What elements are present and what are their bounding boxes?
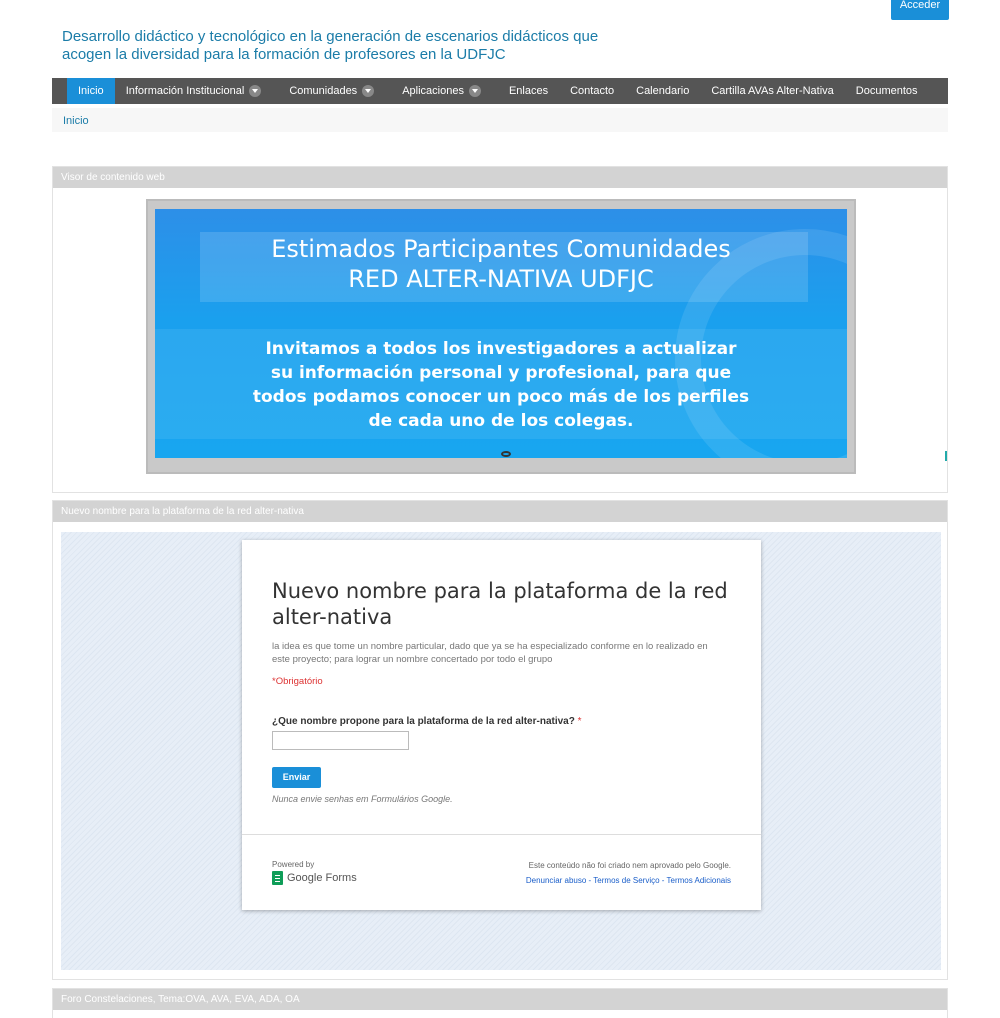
google-forms-label: Google Forms	[287, 872, 357, 884]
banner-body-line: de cada uno de los colegas.	[368, 411, 634, 431]
nav-item-inicio[interactable]: Inicio	[67, 78, 115, 104]
submit-button[interactable]: Enviar	[272, 767, 321, 788]
nav-item-enlaces[interactable]: Enlaces	[498, 78, 559, 104]
nav-item-comunidades[interactable]: Comunidades	[278, 78, 385, 104]
banner-frame: Estimados Participantes Comunidades RED …	[146, 199, 856, 474]
link-separator: -	[659, 876, 667, 885]
forum-portlet: Foro Constelaciones, Tema:OVA, AVA, EVA,…	[52, 988, 948, 1018]
required-mark: *	[577, 716, 582, 727]
portlet-title: Visor de contenido web	[53, 167, 947, 188]
google-forms-logo[interactable]: Google Forms	[272, 871, 357, 885]
chevron-down-icon	[249, 85, 262, 97]
chevron-down-icon	[362, 85, 375, 97]
legal-links: Denunciar abuso - Termos de Serviço - Te…	[526, 876, 731, 885]
banner-body-line: todos podamos conocer un poco más de los…	[252, 387, 750, 407]
password-warning: Nunca envie senhas em Formulários Google…	[272, 794, 453, 804]
web-content-portlet: Visor de contenido web Estimados Partici…	[52, 166, 948, 493]
nav-item-contacto[interactable]: Contacto	[559, 78, 625, 104]
report-abuse-link[interactable]: Denunciar abuso	[526, 876, 586, 885]
eye-icon	[501, 451, 511, 457]
nav-item-label: Enlaces	[508, 85, 549, 97]
powered-by-label: Powered by	[272, 860, 315, 869]
banner-title-line: RED ALTER-NATIVA UDFJC	[348, 265, 654, 293]
nav-item-label: Inicio	[78, 85, 104, 97]
question-label: ¿Que nombre propone para la plataforma d…	[272, 716, 582, 727]
scroll-marker	[945, 451, 947, 461]
additional-terms-link[interactable]: Termos Adicionais	[667, 876, 731, 885]
google-disclaimer: Este conteúdo não foi criado nem aprovad…	[528, 861, 731, 870]
google-forms-icon	[272, 871, 283, 885]
nav-item-aplicaciones[interactable]: Aplicaciones	[391, 78, 492, 104]
breadcrumb: Inicio	[52, 108, 948, 132]
banner-body: Invitamos a todos los investigadores a a…	[155, 337, 847, 433]
required-note: *Obrigatório	[272, 676, 323, 687]
google-form-card: Nuevo nombre para la plataforma de la re…	[242, 540, 761, 910]
nav-item-label: Cartilla AVAs Alter-Nativa	[711, 85, 834, 97]
nav-item-label: Contacto	[570, 85, 615, 97]
banner-title-line: Estimados Participantes Comunidades	[271, 235, 731, 263]
form-description: la idea es que tome un nombre particular…	[272, 641, 708, 665]
nav-item-label: Comunidades	[289, 85, 358, 97]
form-portlet: Nuevo nombre para la plataforma de la re…	[52, 500, 948, 980]
terms-of-service-link[interactable]: Termos de Serviço	[593, 876, 659, 885]
nav-item-calendario[interactable]: Calendario	[625, 78, 700, 104]
answer-input[interactable]	[272, 731, 409, 750]
main-nav: Inicio Información Institucional Comunid…	[52, 78, 948, 104]
question-text: ¿Que nombre propone para la plataforma d…	[272, 716, 575, 727]
form-title: Nuevo nombre para la plataforma de la re…	[272, 579, 728, 629]
nav-item-label: Información Institucional	[125, 85, 245, 97]
nav-item-informacion-institucional[interactable]: Información Institucional	[115, 78, 273, 104]
banner-title: Estimados Participantes Comunidades RED …	[155, 234, 847, 294]
site-title[interactable]: Desarrollo didáctico y tecnológico en la…	[62, 28, 622, 64]
embedded-form-area: Nuevo nombre para la plataforma de la re…	[61, 532, 941, 970]
chevron-down-icon	[468, 85, 481, 97]
nav-item-label: Aplicaciones	[402, 85, 464, 97]
nav-item-documentos[interactable]: Documentos	[845, 78, 929, 104]
banner-body-line: su información personal y profesional, p…	[270, 363, 732, 383]
nav-item-label: Calendario	[636, 85, 690, 97]
announcement-banner: Estimados Participantes Comunidades RED …	[155, 209, 847, 458]
portlet-title: Nuevo nombre para la plataforma de la re…	[53, 501, 947, 522]
login-button[interactable]: Acceder	[891, 0, 949, 20]
nav-item-cartilla[interactable]: Cartilla AVAs Alter-Nativa	[700, 78, 844, 104]
nav-item-label: Documentos	[855, 85, 918, 97]
breadcrumb-link-inicio[interactable]: Inicio	[63, 115, 89, 127]
divider	[242, 834, 761, 835]
banner-body-line: Invitamos a todos los investigadores a a…	[265, 339, 737, 359]
